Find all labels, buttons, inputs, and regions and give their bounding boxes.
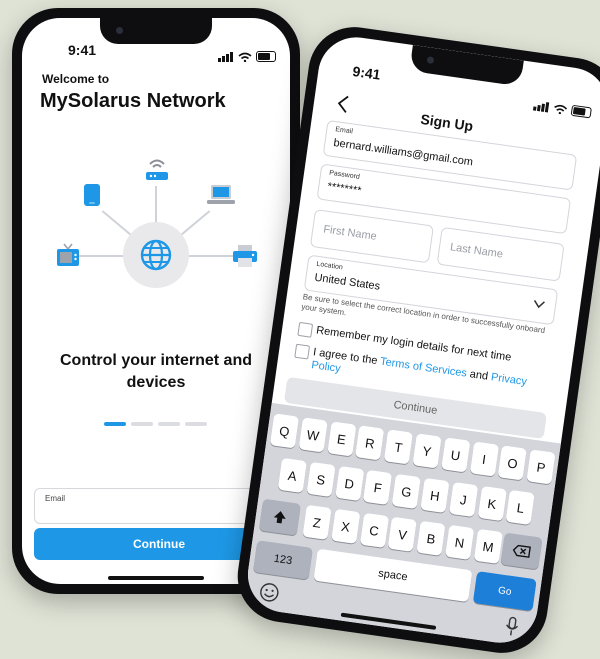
printer-icon xyxy=(231,244,259,273)
notch xyxy=(409,45,524,87)
emoji-icon[interactable] xyxy=(258,581,281,604)
page-indicator xyxy=(104,422,207,426)
key-x[interactable]: X xyxy=(330,508,361,544)
notch xyxy=(100,18,212,44)
agree-checkbox[interactable] xyxy=(294,343,311,360)
key-y[interactable]: Y xyxy=(412,433,442,469)
page-dot-active[interactable] xyxy=(104,422,126,426)
phone-device-icon xyxy=(83,183,101,212)
signal-icon xyxy=(218,44,234,62)
numbers-key[interactable]: 123 xyxy=(253,540,313,580)
page-dot[interactable] xyxy=(131,422,153,426)
router-icon xyxy=(144,157,170,188)
battery-icon xyxy=(570,104,592,119)
key-k[interactable]: K xyxy=(477,485,507,522)
signal-icon xyxy=(532,93,551,113)
globe-icon xyxy=(140,239,172,271)
location-label: Location xyxy=(315,260,344,272)
key-m[interactable]: M xyxy=(473,528,503,564)
key-d[interactable]: D xyxy=(334,465,364,502)
email-field-label: Email xyxy=(334,126,354,136)
battery-icon xyxy=(256,51,276,62)
first-name-placeholder: First Name xyxy=(322,223,378,243)
laptop-icon xyxy=(206,184,236,211)
status-time: 9:41 xyxy=(351,62,382,83)
status-icons xyxy=(218,44,276,62)
shift-key[interactable] xyxy=(258,498,301,536)
microphone-icon[interactable] xyxy=(504,616,521,638)
key-g[interactable]: G xyxy=(391,473,422,510)
page-dot[interactable] xyxy=(158,422,180,426)
chevron-left-icon[interactable] xyxy=(335,93,352,115)
keyboard: QWERTYUIOP ASDFGHJKL ZXCVBNM 123 space G… xyxy=(243,402,561,648)
wifi-icon xyxy=(238,52,252,62)
home-indicator xyxy=(340,612,437,630)
page-dot[interactable] xyxy=(185,422,207,426)
backspace-icon xyxy=(512,544,531,558)
key-f[interactable]: F xyxy=(363,469,393,506)
location-value: United States xyxy=(313,271,381,293)
wifi-icon xyxy=(554,104,568,115)
tv-icon xyxy=(55,242,81,273)
network-hub xyxy=(123,222,189,288)
shift-icon xyxy=(273,511,286,524)
remember-checkbox[interactable] xyxy=(297,321,314,338)
key-e[interactable]: E xyxy=(326,421,357,457)
key-j[interactable]: J xyxy=(448,481,479,518)
key-s[interactable]: S xyxy=(306,461,336,498)
key-u[interactable]: U xyxy=(440,437,471,473)
last-name-placeholder: Last Name xyxy=(449,241,504,261)
key-c[interactable]: C xyxy=(359,512,389,548)
key-o[interactable]: O xyxy=(497,445,528,481)
key-t[interactable]: T xyxy=(383,429,414,465)
sign-up-title: Sign Up xyxy=(419,110,475,135)
key-q[interactable]: Q xyxy=(269,413,300,449)
home-indicator xyxy=(108,576,204,580)
key-p[interactable]: P xyxy=(526,449,556,485)
backspace-key[interactable] xyxy=(500,532,543,570)
key-h[interactable]: H xyxy=(420,477,450,514)
go-key[interactable]: Go xyxy=(472,571,537,612)
email-input-label: Email xyxy=(45,494,66,503)
key-b[interactable]: B xyxy=(416,520,446,556)
key-l[interactable]: L xyxy=(505,489,536,526)
first-name-field[interactable]: First Name xyxy=(309,209,434,264)
key-v[interactable]: V xyxy=(387,516,418,552)
key-i[interactable]: I xyxy=(469,441,499,477)
key-w[interactable]: W xyxy=(298,417,328,453)
headline: Control your internet and devices xyxy=(60,352,252,391)
status-time: 9:41 xyxy=(68,42,97,58)
agree-and: and xyxy=(465,367,492,384)
app-title: MySolarus Network xyxy=(40,90,226,112)
terms-link[interactable]: Terms of Services xyxy=(379,356,467,380)
last-name-field[interactable]: Last Name xyxy=(436,226,565,282)
password-field-label: Password xyxy=(328,169,361,181)
status-icons xyxy=(532,93,593,119)
key-r[interactable]: R xyxy=(355,425,385,461)
chevron-down-icon xyxy=(533,300,545,309)
password-field-value: ******** xyxy=(326,180,363,198)
key-a[interactable]: A xyxy=(277,457,307,494)
key-z[interactable]: Z xyxy=(302,504,332,540)
key-n[interactable]: N xyxy=(445,524,475,560)
email-field-value: bernard.williams@gmail.com xyxy=(332,136,474,169)
welcome-text: Welcome to xyxy=(42,72,110,86)
